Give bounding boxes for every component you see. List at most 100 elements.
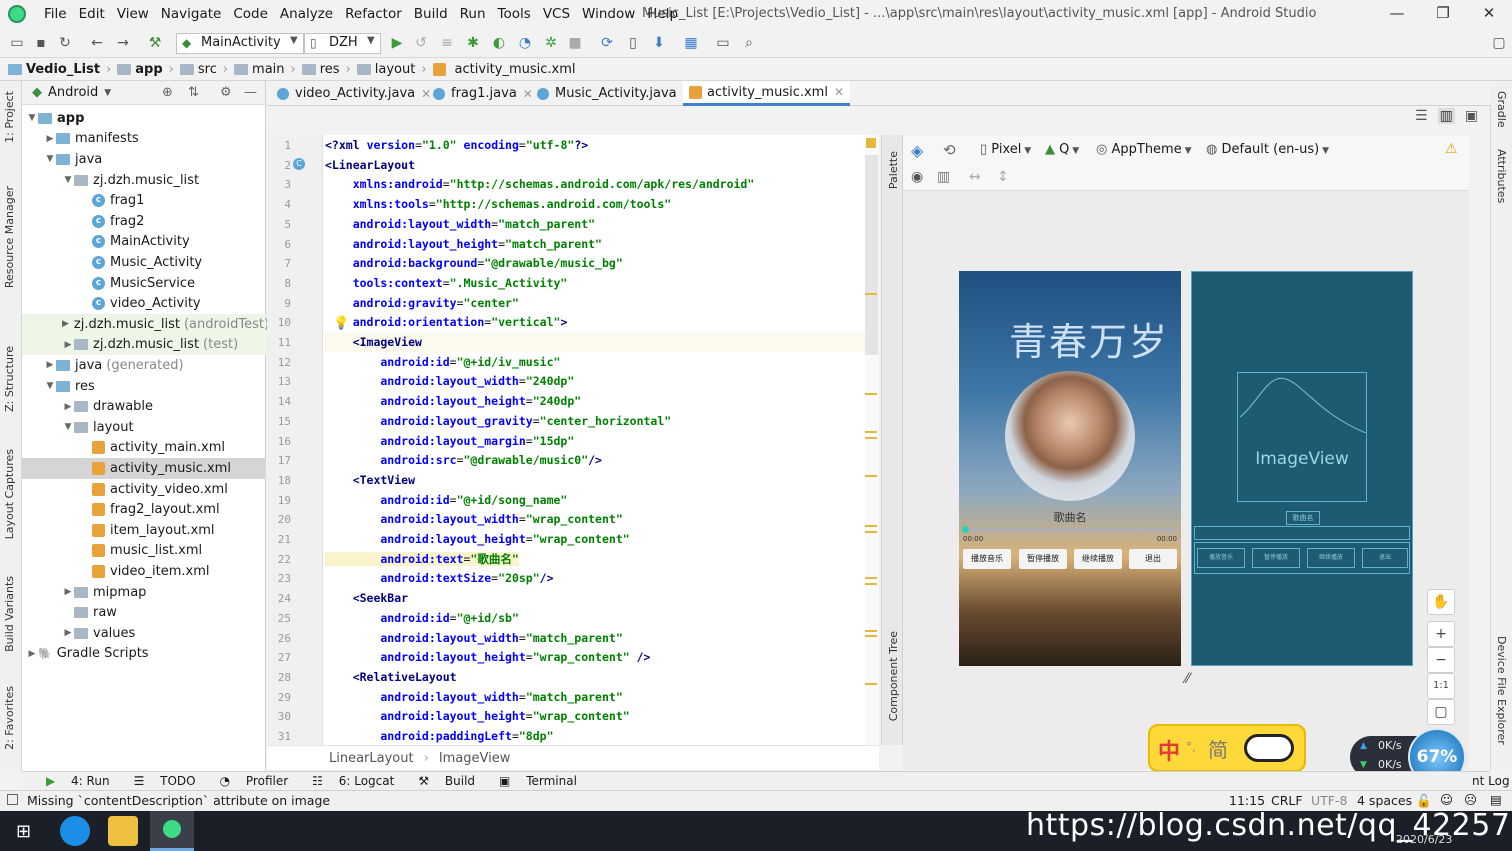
code-line[interactable]: android:layout_height="240dp" [325, 392, 581, 411]
tree-item[interactable]: activity_main.xml [22, 438, 266, 459]
save-icon[interactable]: ▪ [32, 34, 50, 52]
menu-window[interactable]: Window [576, 4, 641, 24]
chevron-down-icon[interactable]: ▼ [44, 154, 56, 164]
tree-item[interactable]: activity_music.xml [22, 458, 266, 479]
orientation-icon[interactable]: ⟲ [943, 141, 956, 159]
blueprint-button[interactable]: 退出 [1362, 548, 1408, 568]
run-icon[interactable]: ▶ [388, 34, 406, 52]
code-line[interactable]: android:text="歌曲名" [325, 550, 519, 569]
menu-refactor[interactable]: Refactor [339, 4, 408, 24]
device-file-explorer-tab[interactable]: Device File Explorer [1495, 636, 1508, 745]
sdk-manager-icon[interactable]: ⬇ [650, 34, 668, 52]
code-line[interactable]: android:paddingLeft="8dp" [325, 727, 553, 746]
code-line[interactable]: android:textSize="20sp"/> [325, 569, 553, 588]
warning-mark[interactable] [865, 525, 877, 527]
code-editor[interactable]: 1 2 3 4 5 6 7 8 9 10 11 12 13 14 15 16 17 18 19 20 21 22 23 24 2… [267, 135, 879, 745]
gear-icon[interactable]: ⚙ [220, 85, 232, 100]
stop-icon[interactable]: ■ [566, 34, 584, 52]
play-music-button[interactable]: 播放音乐 [963, 549, 1011, 569]
blueprint-button[interactable]: 暂停播放 [1252, 548, 1300, 568]
chevron-right-icon[interactable]: ▶ [26, 649, 38, 659]
logcat-tool-tab[interactable]: ☷ 6: Logcat [300, 774, 394, 788]
tree-item[interactable]: music_list.xml [22, 541, 266, 562]
gradle-sync-icon[interactable]: ⟳ [598, 34, 616, 52]
pan-hand-icon[interactable]: ✋ [1427, 589, 1455, 615]
favorites-tab[interactable]: 2: Favorites [3, 686, 16, 750]
activity-context-icon[interactable]: C [293, 158, 305, 170]
warning-mark[interactable] [865, 431, 877, 433]
warning-indicator-icon[interactable] [866, 138, 876, 148]
pan-horizontal-icon[interactable]: ↔ [969, 169, 981, 185]
tree-item[interactable]: c frag1 [22, 190, 266, 211]
tree-item[interactable]: ▼ res [22, 376, 266, 397]
close-window-icon[interactable]: ✕ [1474, 4, 1504, 22]
eye-icon[interactable]: ◉ [911, 169, 923, 185]
tree-item[interactable]: ▶ drawable [22, 396, 266, 417]
event-log-tab[interactable]: nt Log [1472, 774, 1510, 788]
tree-item[interactable]: video_item.xml [22, 561, 266, 582]
code-line[interactable]: android:layout_height="wrap_content" [325, 707, 629, 726]
notifications-icon[interactable]: ▤ [1490, 792, 1502, 807]
gradle-tab[interactable]: Gradle [1495, 91, 1508, 128]
code-line[interactable]: android:layout_margin="15dp" [325, 432, 574, 451]
search-icon[interactable]: ⌕ [740, 34, 758, 52]
breadcrumb-item[interactable]: app [117, 62, 163, 77]
code-line[interactable]: android:layout_height="match_parent" [325, 235, 602, 254]
crumb-imageview[interactable]: ImageView [439, 751, 511, 766]
attach-debugger-icon[interactable]: ✲ [542, 34, 560, 52]
blueprint-relativelayout[interactable]: 播放音乐 暂停播放 继续播放 退出 [1194, 542, 1410, 574]
search-app-icon[interactable] [60, 816, 90, 846]
code-line[interactable]: android:layout_width="wrap_content" [325, 510, 622, 529]
tree-item[interactable]: ▼ layout [22, 417, 266, 438]
tree-item[interactable]: ▶ manifests [22, 129, 266, 150]
tree-item[interactable]: c video_Activity [22, 293, 266, 314]
warning-mark[interactable] [865, 293, 877, 295]
exit-button[interactable]: 退出 [1129, 549, 1177, 569]
blueprint-button[interactable]: 继续播放 [1307, 548, 1355, 568]
todo-tool-tab[interactable]: ☰ TODO [122, 774, 196, 788]
warning-mark[interactable] [865, 393, 877, 395]
locale-select[interactable]: ◍ Default (en-us) ▼ [1206, 142, 1329, 157]
theme-select[interactable]: ◎ AppTheme ▼ [1096, 142, 1192, 157]
tree-item[interactable]: ▶ java (generated) [22, 355, 266, 376]
device-select[interactable]: ▯ Pixel ▼ [980, 142, 1031, 157]
zoom-in-button[interactable]: + [1427, 621, 1455, 647]
split-view-icon[interactable]: ▥ [1437, 108, 1455, 124]
code-line[interactable]: xmlns:android="http://schemas.android.co… [325, 175, 755, 194]
blueprint-seekbar[interactable] [1194, 526, 1410, 540]
code-line[interactable]: android:layout_gravity="center_horizonta… [325, 412, 671, 431]
warning-icon[interactable]: ⚠ [1445, 141, 1458, 157]
warning-mark[interactable] [865, 577, 877, 579]
menu-vcs[interactable]: VCS [537, 4, 576, 24]
chevron-down-icon[interactable]: ▼ [44, 381, 56, 391]
layers-icon[interactable]: ◈ [911, 141, 923, 160]
api-level-select[interactable]: ▲ Q ▼ [1045, 142, 1079, 157]
chevron-right-icon[interactable]: ▶ [62, 628, 74, 638]
build-variants-tab[interactable]: Build Variants [3, 576, 16, 652]
tree-item[interactable]: ▼ java [22, 149, 266, 170]
design-surface[interactable]: ◈ ⟲ ▯ Pixel ▼ ▲ Q ▼ ◎ AppTheme ▼ ◍ Defau… [903, 135, 1469, 770]
tree-item[interactable]: item_layout.xml [22, 520, 266, 541]
tree-item[interactable]: ▶ values [22, 623, 266, 644]
device-select[interactable]: ▯ DZH ▼ [304, 33, 381, 54]
ime-mode[interactable]: 简 [1208, 734, 1228, 763]
tree-item[interactable]: c MusicService [22, 273, 266, 294]
code-line[interactable]: <ImageView [325, 333, 865, 352]
file-explorer-icon[interactable] [108, 816, 138, 846]
breadcrumb-item[interactable]: res [301, 62, 340, 77]
lock-icon[interactable]: 🔓 [1416, 793, 1432, 809]
blueprint-button[interactable]: 播放音乐 [1197, 548, 1245, 568]
chevron-down-icon[interactable]: ▼ [62, 175, 74, 185]
menu-navigate[interactable]: Navigate [155, 4, 228, 24]
code-line[interactable]: android:layout_width="240dp" [325, 372, 574, 391]
avd-manager-icon[interactable]: ▯ [624, 34, 642, 52]
component-tree-tab[interactable]: Component Tree [887, 631, 900, 721]
chevron-right-icon[interactable]: ▶ [62, 587, 74, 597]
breadcrumb-item[interactable]: main [234, 62, 285, 77]
locate-icon[interactable]: ⊕ [162, 85, 173, 100]
tree-item[interactable]: ▶ 🐘 Gradle Scripts [22, 644, 266, 665]
code-line[interactable]: android:gravity="center" [325, 294, 519, 313]
attributes-tab[interactable]: Attributes [1495, 149, 1508, 203]
code-view-icon[interactable]: ☰ [1415, 108, 1428, 124]
code-line[interactable]: <?xml version="1.0" encoding="utf-8"?> [325, 136, 588, 155]
